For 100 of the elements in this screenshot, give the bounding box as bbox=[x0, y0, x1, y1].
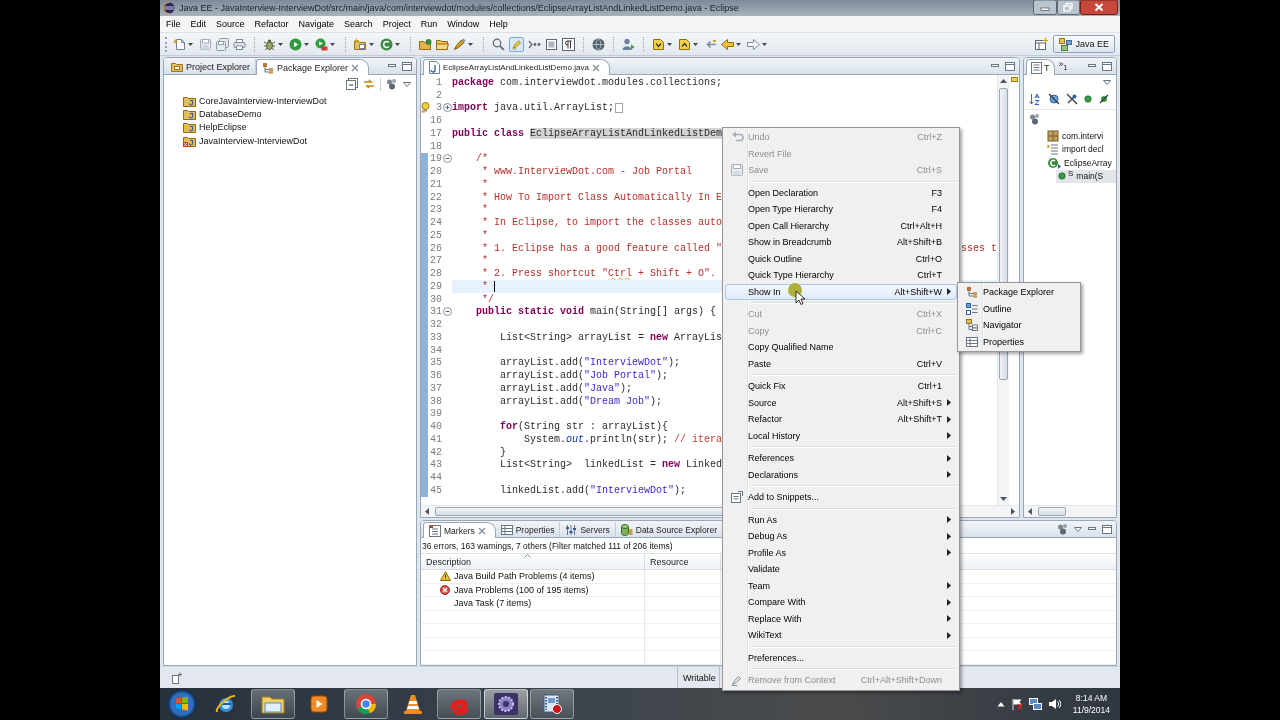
note-up-arrow-icon[interactable] bbox=[678, 37, 691, 51]
flag-icon[interactable] bbox=[1010, 698, 1023, 710]
warning-marker-icon[interactable] bbox=[1010, 77, 1018, 82]
window-plus-icon[interactable] bbox=[172, 671, 182, 684]
dropdown-arrow-icon[interactable] bbox=[736, 42, 741, 46]
menu-item[interactable]: Debug As bbox=[725, 528, 957, 545]
editor-tab[interactable]: EclipseArrayListAndLinkedListDemo.java bbox=[423, 59, 610, 75]
dropdown-arrow-icon[interactable] bbox=[304, 42, 309, 46]
clock-time[interactable]: 8:14 AM bbox=[1075, 692, 1107, 704]
tree-item[interactable]: JavaInterview-InterviewDot bbox=[181, 134, 310, 148]
problem-group-label[interactable]: Java Task (7 items) bbox=[454, 598, 532, 609]
dropdown-arrow-icon[interactable] bbox=[667, 42, 672, 46]
panel-tab[interactable]: Properties bbox=[495, 522, 561, 537]
menu-item[interactable]: Run bbox=[415, 16, 443, 32]
lightbulb-warning-icon[interactable] bbox=[421, 102, 430, 114]
scroll-right-arrow-icon[interactable] bbox=[1011, 508, 1015, 515]
close-icon[interactable] bbox=[591, 63, 600, 72]
menu-item[interactable]: WikiText bbox=[725, 627, 957, 644]
restore-button[interactable] bbox=[1057, 0, 1080, 15]
menu-item[interactable]: Local History bbox=[725, 427, 957, 444]
menu-item[interactable]: Search bbox=[339, 16, 378, 32]
menu-item[interactable]: Refactor bbox=[249, 16, 294, 32]
minimize-button[interactable] bbox=[1033, 0, 1057, 15]
globe-icon[interactable] bbox=[592, 37, 605, 51]
menu-item[interactable]: Quick Fix Ctrl+1 bbox=[725, 378, 957, 395]
scroll-down-arrow-icon[interactable] bbox=[1000, 497, 1007, 501]
panel-tab[interactable]: T bbox=[1026, 59, 1055, 75]
dropdown-arrow-icon[interactable] bbox=[762, 42, 767, 46]
menu-item[interactable]: Refactor Alt+Shift+T bbox=[725, 411, 957, 428]
maximize-icon[interactable] bbox=[1005, 61, 1015, 71]
horizontal-scrollbar[interactable] bbox=[1024, 505, 1116, 517]
printer-icon[interactable] bbox=[233, 37, 246, 51]
menu-item[interactable]: Source Alt+Shift+S bbox=[725, 394, 957, 411]
view-menu-icon[interactable] bbox=[1074, 526, 1082, 532]
menu-item[interactable]: Team bbox=[725, 577, 957, 594]
dropdown-arrow-icon[interactable] bbox=[188, 42, 193, 46]
menu-item[interactable]: Quick Type Hierarchy Ctrl+T bbox=[725, 267, 957, 284]
taskbar-button[interactable] bbox=[483, 689, 528, 719]
bug-icon[interactable] bbox=[263, 37, 276, 51]
dropdown-arrow-icon[interactable] bbox=[369, 42, 374, 46]
link-arrows-icon[interactable] bbox=[363, 78, 375, 90]
dropdown-arrow-icon[interactable] bbox=[330, 42, 335, 46]
tree-item[interactable]: com.intervi bbox=[1045, 129, 1116, 143]
dropdown-arrow-icon[interactable] bbox=[278, 42, 283, 46]
tree-item[interactable]: S main(S bbox=[1056, 169, 1116, 183]
clock-date[interactable]: 11/9/2014 bbox=[1072, 704, 1110, 716]
menu-item[interactable]: Replace With bbox=[725, 610, 957, 627]
menu-item[interactable]: File bbox=[161, 16, 186, 32]
scroll-left-arrow-icon[interactable] bbox=[425, 508, 429, 515]
menu-item[interactable]: Help bbox=[484, 16, 513, 32]
brush-icon[interactable] bbox=[453, 37, 466, 51]
person-arrow-icon[interactable] bbox=[622, 37, 635, 51]
play-circle-icon[interactable] bbox=[289, 37, 302, 51]
pilcrow-icon[interactable] bbox=[562, 37, 575, 51]
menu-item[interactable]: Copy Qualified Name bbox=[725, 339, 957, 356]
magnifier-icon[interactable] bbox=[492, 37, 505, 51]
crossed-pin-icon[interactable] bbox=[1066, 93, 1078, 105]
menu-item[interactable]: Navigate bbox=[293, 16, 340, 32]
menu-item[interactable]: Add to Snippets... bbox=[725, 489, 957, 506]
panel-tab[interactable]: Servers bbox=[560, 522, 616, 537]
perspective-button[interactable]: Java EE bbox=[1053, 35, 1115, 53]
panel-tab[interactable]: Markers bbox=[423, 522, 496, 538]
speaker-icon[interactable] bbox=[1047, 698, 1061, 710]
tree-item[interactable]: DatabaseDemo bbox=[181, 107, 264, 121]
back-edit-arrow-icon[interactable] bbox=[704, 37, 717, 51]
menu-item[interactable]: Window bbox=[442, 16, 485, 32]
menu-item[interactable]: Open Call Hierarchy Ctrl+Alt+H bbox=[725, 217, 957, 234]
maximize-icon[interactable] bbox=[1102, 524, 1112, 534]
menu-item[interactable]: Run As bbox=[725, 511, 957, 528]
menu-item[interactable]: References bbox=[725, 450, 957, 467]
problem-group-label[interactable]: Java Build Path Problems (4 items) bbox=[454, 571, 595, 582]
play-toolbox-icon[interactable] bbox=[315, 37, 328, 51]
window-plus-icon[interactable] bbox=[1035, 37, 1049, 51]
tree-item[interactable]: EclipseArray bbox=[1045, 156, 1116, 170]
view-menu-icon[interactable] bbox=[403, 81, 411, 87]
fold-plus-icon[interactable] bbox=[442, 103, 452, 113]
tree-item[interactable]: import decl bbox=[1045, 142, 1116, 156]
menu-item[interactable]: Profile As bbox=[725, 544, 957, 561]
dropdown-arrow-icon[interactable] bbox=[693, 42, 698, 46]
scroll-left-arrow-icon[interactable] bbox=[1028, 508, 1032, 515]
dot-icon[interactable] bbox=[1084, 95, 1092, 103]
menu-item[interactable]: Source bbox=[211, 16, 250, 32]
menu-item[interactable]: Show in Breadcrumb Alt+Shift+B bbox=[725, 234, 957, 251]
dots-cluster-icon[interactable] bbox=[1057, 523, 1069, 535]
fold-minus-icon[interactable] bbox=[442, 154, 452, 164]
highlighter-icon[interactable] bbox=[509, 36, 524, 52]
menu-item[interactable]: Navigator bbox=[960, 317, 1078, 334]
taskbar-button[interactable] bbox=[344, 689, 389, 719]
start-button[interactable] bbox=[166, 689, 198, 719]
sort-icon[interactable] bbox=[1029, 93, 1042, 105]
menu-item[interactable]: Edit bbox=[185, 16, 212, 32]
panel-tab[interactable]: Project Explorer bbox=[166, 59, 257, 74]
tree-item[interactable]: HelpEclipse bbox=[181, 120, 249, 135]
folder-star-icon[interactable] bbox=[354, 37, 367, 51]
close-button[interactable] bbox=[1080, 0, 1118, 15]
network-icon[interactable] bbox=[1028, 698, 1042, 710]
taskbar-button[interactable] bbox=[250, 689, 295, 719]
close-icon[interactable] bbox=[477, 526, 486, 535]
crossed-dot-icon[interactable] bbox=[1098, 93, 1110, 105]
close-icon[interactable] bbox=[351, 63, 360, 72]
